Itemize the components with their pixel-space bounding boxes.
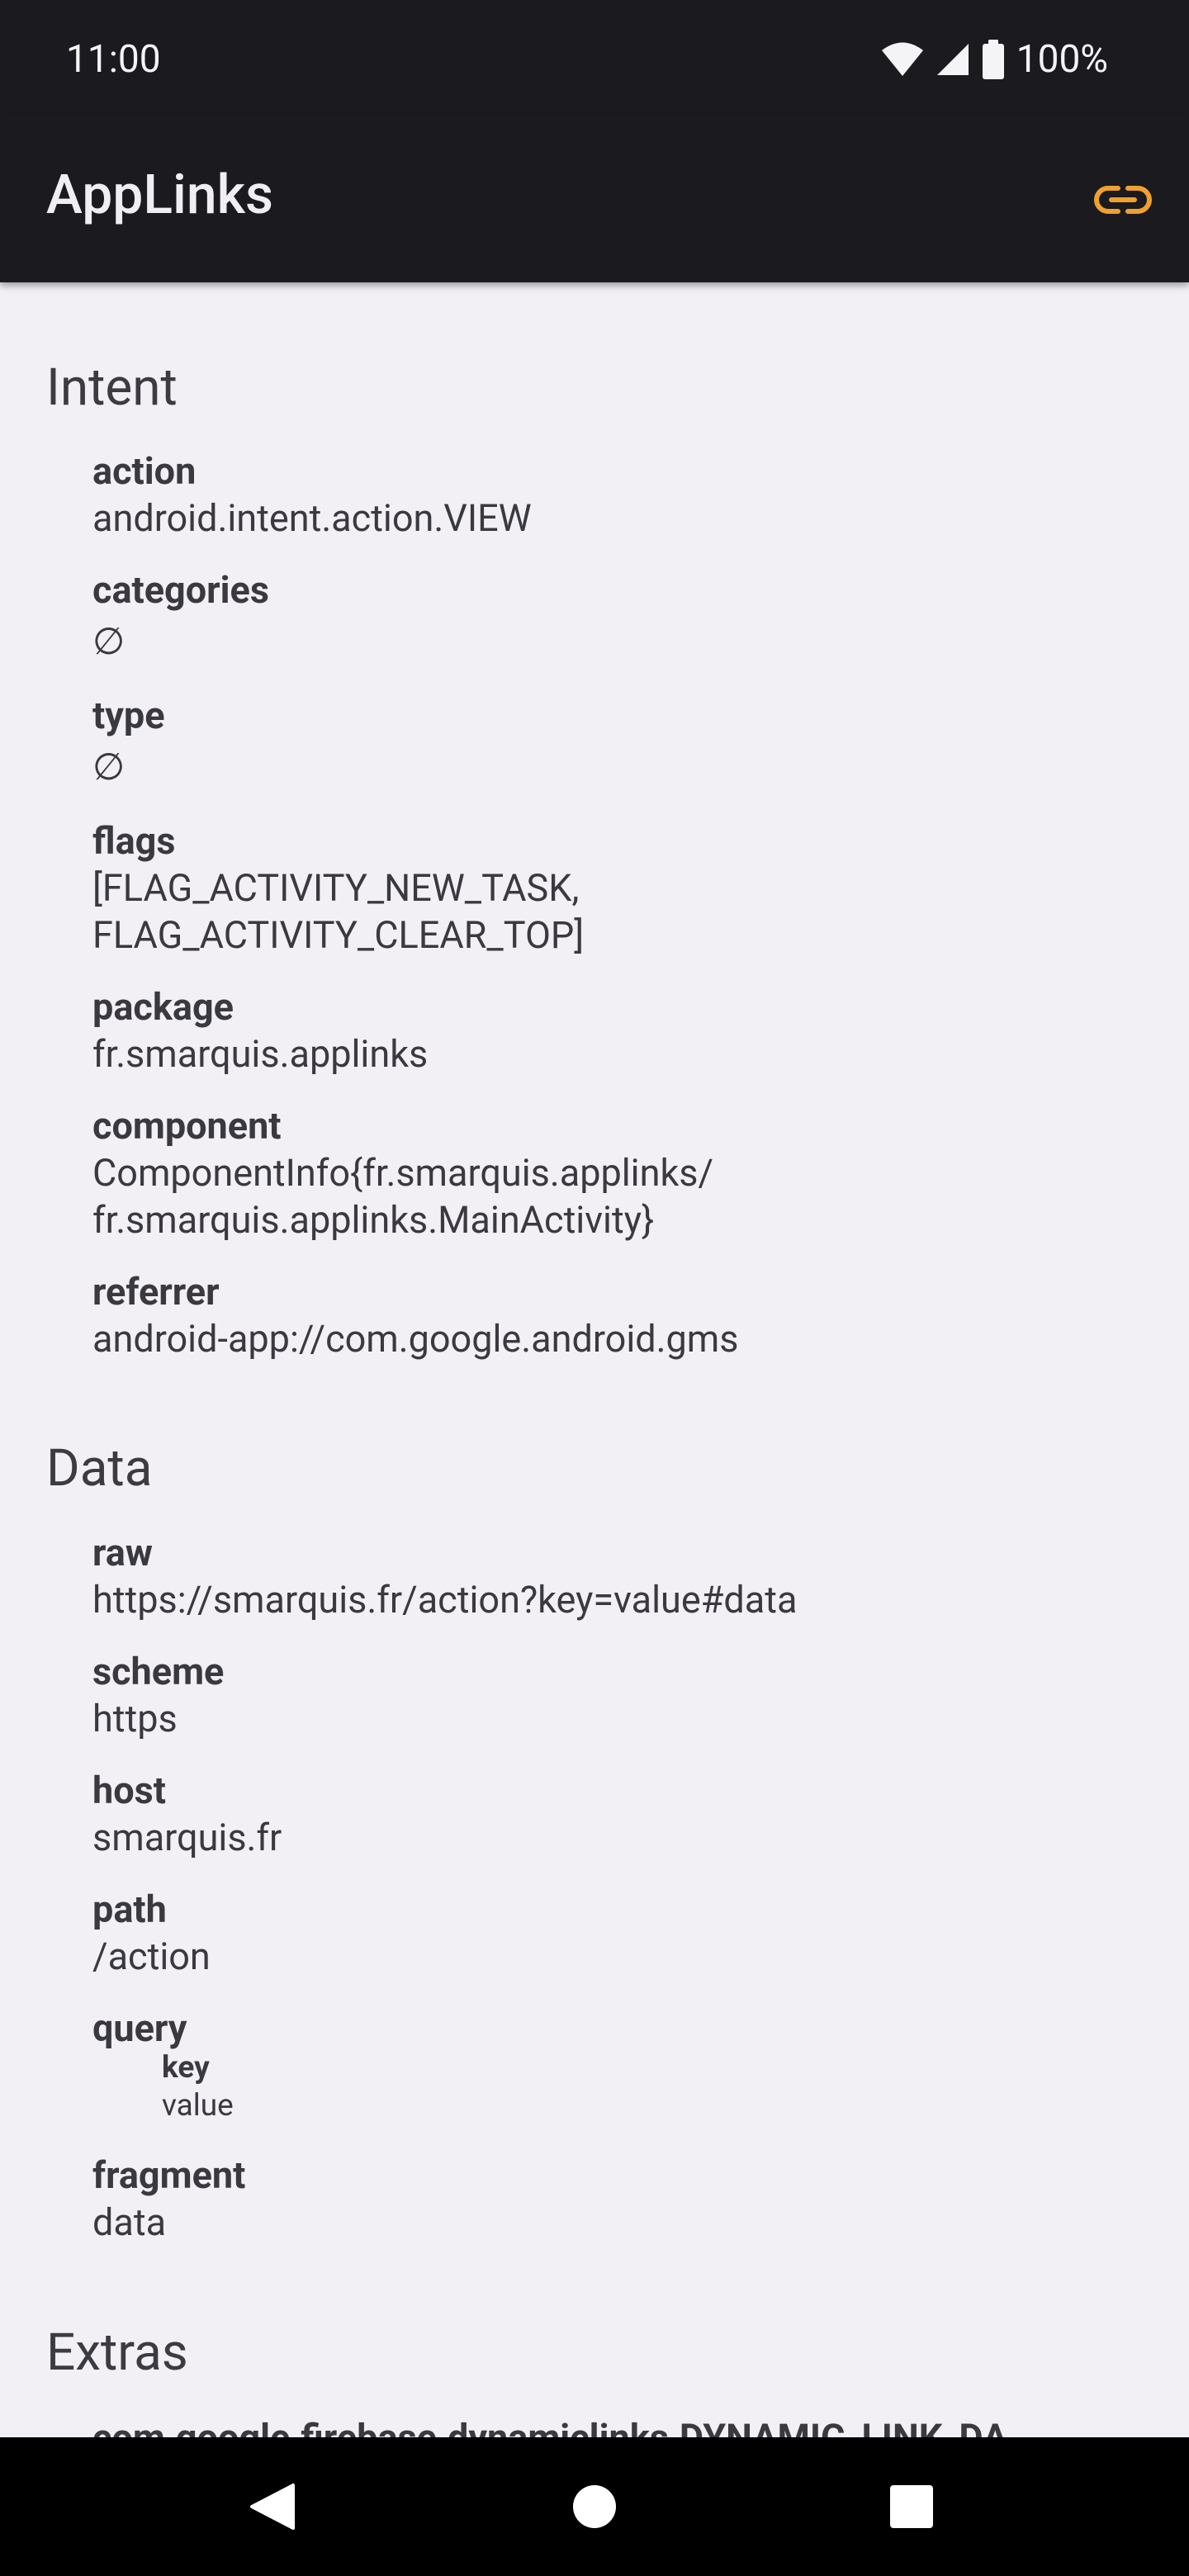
intent-package-key: package [92,985,234,1029]
cellular-signal-icon [936,44,969,75]
app-title: AppLinks [46,163,273,227]
status-icons: 100% [881,33,1108,86]
intent-action-key: action [92,449,197,493]
back-button[interactable] [239,2474,306,2540]
intent-type-key: type [92,694,165,737]
intent-component-value: ComponentInfo{fr.smarquis.applinks/ fr.s… [92,1151,714,1242]
data-scheme-key: scheme [92,1650,225,1693]
recents-icon [890,2485,933,2528]
navigation-bar [0,2437,1189,2576]
query-param-key: key [162,2050,210,2086]
intent-categories-value: ∅ [92,619,126,663]
data-host-value: smarquis.fr [92,1816,282,1859]
battery-icon [982,40,1004,79]
home-icon [573,2485,616,2528]
data-host-key: host [92,1769,166,1812]
extras-first-key: com.google.firebase.dynamiclinks.DYNAMIC… [92,2414,1007,2437]
back-icon [250,2484,295,2530]
section-title-intent: Intent [46,358,178,418]
data-raw-key: raw [92,1531,153,1574]
status-bar: 11:00 100% [0,0,1189,117]
intent-flags-value: [FLAG_ACTIVITY_NEW_TASK, FLAG_ACTIVITY_C… [92,866,585,957]
intent-flags-key: flags [92,819,176,863]
query-param-value: value [162,2088,234,2124]
intent-categories-key: categories [92,568,269,612]
data-path-key: path [92,1887,167,1931]
intent-type-value: ∅ [92,745,126,788]
battery-percentage: 100% [1016,37,1108,82]
data-fragment-value: data [92,2200,167,2244]
data-path-value: /action [92,1934,211,1978]
intent-action-value: android.intent.action.VIEW [92,496,532,540]
details-content: Intent action android.intent.action.VIEW… [0,282,1189,2437]
section-title-data: Data [46,1438,153,1499]
link-icon [1094,186,1152,214]
data-query-key: query [92,2006,187,2050]
data-scheme-value: https [92,1697,178,1740]
intent-referrer-key: referrer [92,1270,220,1314]
app-bar: AppLinks [0,117,1189,282]
home-button[interactable] [561,2474,628,2540]
wifi-icon [881,42,923,76]
intent-referrer-value: android-app://com.google.android.gms [92,1317,739,1361]
data-raw-value: https://smarquis.fr/action?key=value#dat… [92,1578,798,1622]
data-fragment-key: fragment [92,2153,246,2197]
intent-package-value: fr.smarquis.applinks [92,1032,429,1076]
link-button[interactable] [1082,167,1164,233]
section-title-extras: Extras [46,2323,188,2383]
status-time: 11:00 [66,37,161,82]
recents-button[interactable] [879,2474,945,2540]
intent-component-key: component [92,1104,282,1148]
